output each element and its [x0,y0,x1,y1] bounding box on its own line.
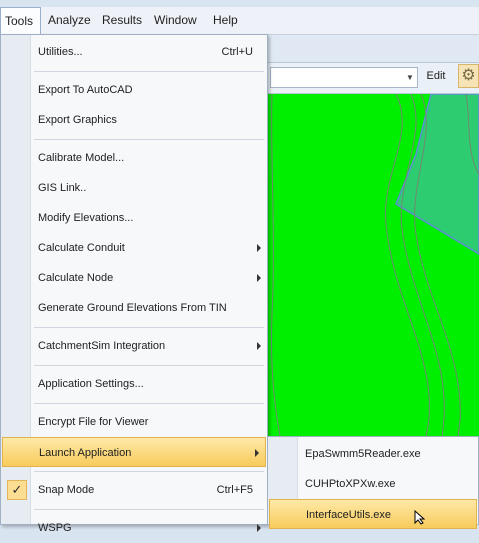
menu-item-label: WSPG [38,522,72,534]
chevron-down-icon[interactable]: ▼ [403,68,417,87]
menu-separator [34,71,264,72]
menu-help[interactable]: Help [213,7,238,34]
menu-item-export-autocad[interactable]: Export To AutoCAD [1,75,267,105]
submenu-item-cuhptoxpxw[interactable]: CUHPtoXPXw.exe [268,469,478,499]
submenu-arrow-icon [257,342,261,350]
document-tab-strip [266,35,479,63]
menu-item-label: Encrypt File for Viewer [38,416,149,428]
menu-item-label: Application Settings... [38,378,144,390]
menu-item-label: InterfaceUtils.exe [306,509,391,521]
menu-item-application-settings[interactable]: Application Settings... [1,369,267,399]
menu-separator [34,471,264,472]
menu-tools[interactable]: Tools [0,7,41,34]
menu-item-label: Export To AutoCAD [38,84,133,96]
gear-icon[interactable]: ⚙ [458,64,479,88]
menu-item-launch-application[interactable]: Launch Application [2,437,266,467]
map-drawing [266,94,479,436]
menu-item-label: CatchmentSim Integration [38,340,166,352]
menu-separator [34,365,264,366]
menu-item-generate-ground-elevations[interactable]: Generate Ground Elevations From TIN [1,293,267,323]
checkmark-icon: ✓ [7,480,27,500]
menu-item-label: Launch Application [39,447,132,459]
map-canvas[interactable] [266,94,479,436]
menu-window[interactable]: Window [154,7,197,34]
submenu-arrow-icon [257,244,261,252]
menu-results[interactable]: Results [102,7,142,34]
menu-item-export-graphics[interactable]: Export Graphics [1,105,267,135]
menu-item-modify-elevations[interactable]: Modify Elevations... [1,203,267,233]
menu-item-calculate-conduit[interactable]: Calculate Conduit [1,233,267,263]
menu-item-gis-link[interactable]: GIS Link.. [1,173,267,203]
menu-item-encrypt-file[interactable]: Encrypt File for Viewer [1,407,267,437]
mouse-cursor-icon [414,510,426,525]
menu-item-label: CUHPtoXPXw.exe [305,478,396,490]
menu-item-wspg[interactable]: WSPG [1,513,267,543]
menu-bar: Tools Analyze Results Window Help [0,7,479,35]
submenu-arrow-icon [255,449,259,457]
menu-item-label: Calibrate Model... [38,152,125,164]
menu-separator [34,139,264,140]
menu-item-label: GIS Link.. [38,182,87,194]
menu-item-calibrate-model[interactable]: Calibrate Model... [1,143,267,173]
menu-separator [34,403,264,404]
menu-item-label: Calculate Conduit [38,242,125,254]
layer-combo[interactable]: ▼ [270,67,418,88]
menu-separator [34,509,264,510]
menu-item-utilities[interactable]: Utilities... Ctrl+U [1,37,267,67]
menu-item-shortcut: Ctrl+U [221,46,253,58]
menu-item-label: Export Graphics [38,114,117,126]
menu-item-label: Snap Mode [38,484,95,496]
menu-item-shortcut: Ctrl+F5 [216,484,253,496]
menu-analyze[interactable]: Analyze [48,7,91,34]
submenu-arrow-icon [257,524,261,532]
menu-item-label: EpaSwmm5Reader.exe [305,448,421,460]
menu-item-calculate-node[interactable]: Calculate Node [1,263,267,293]
tools-menu: Utilities... Ctrl+U Export To AutoCAD Ex… [0,34,268,534]
edit-button[interactable]: Edit [420,67,452,86]
submenu-arrow-icon [257,274,261,282]
menu-item-label: Modify Elevations... [38,212,134,224]
menu-separator [34,327,264,328]
launch-application-submenu: EpaSwmm5Reader.exe CUHPtoXPXw.exe Interf… [267,436,479,529]
menu-item-snap-mode[interactable]: ✓ Snap Mode Ctrl+F5 [1,475,267,505]
menu-item-catchmentsim[interactable]: CatchmentSim Integration [1,331,267,361]
menu-item-label: Calculate Node [38,272,114,284]
menu-item-label: Utilities... [38,46,83,58]
submenu-item-epaswmm5reader[interactable]: EpaSwmm5Reader.exe [268,439,478,469]
menu-item-label: Generate Ground Elevations From TIN [38,302,227,314]
